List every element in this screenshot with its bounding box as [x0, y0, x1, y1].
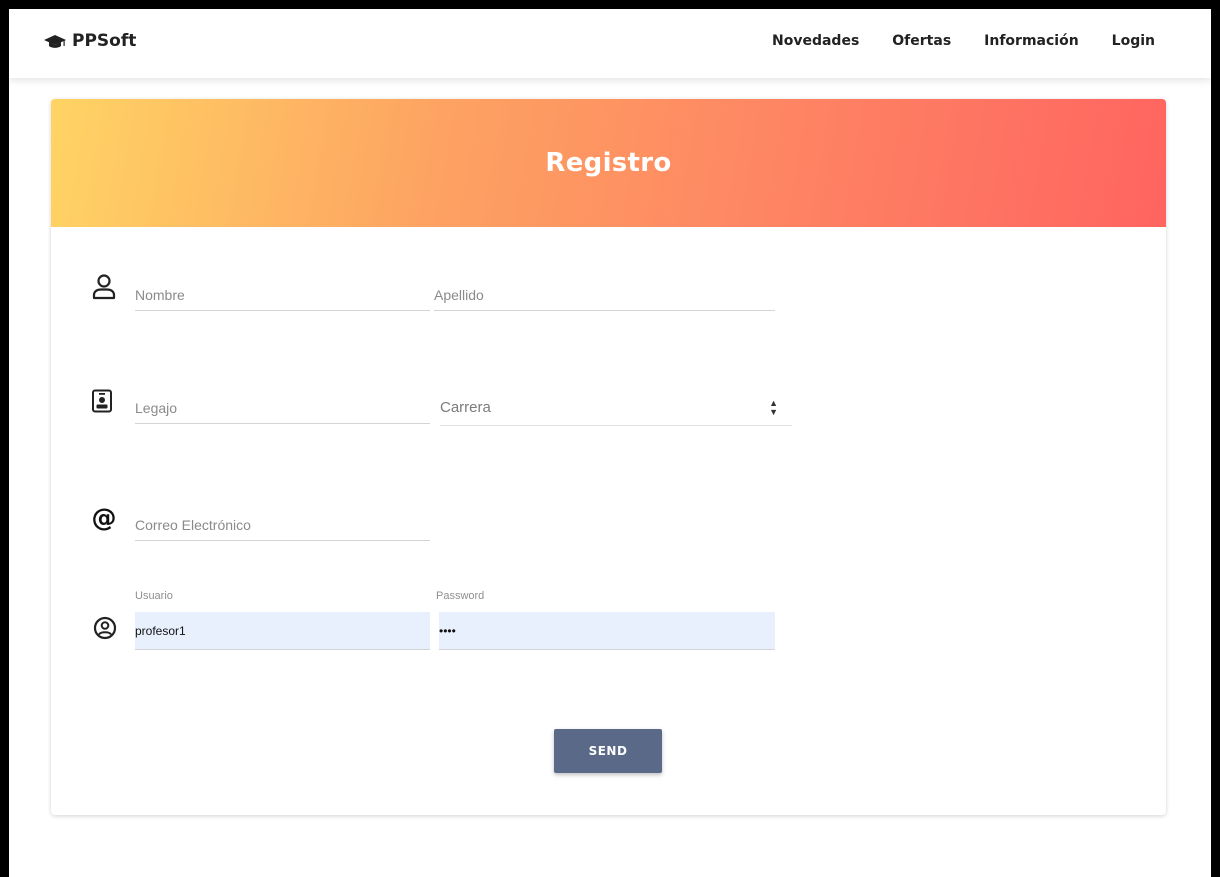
nombre-input[interactable]	[135, 279, 430, 310]
navbar: PPSoft Novedades Ofertas Información Log…	[9, 9, 1211, 78]
legajo-input[interactable]	[135, 392, 430, 423]
correo-field[interactable]	[135, 509, 430, 541]
page-title: Registro	[545, 148, 672, 178]
person-icon	[91, 274, 117, 300]
nav-link-novedades[interactable]: Novedades	[772, 33, 859, 49]
registration-card: Registro Carrera	[51, 99, 1166, 815]
apellido-input[interactable]	[434, 279, 775, 310]
password-label: Password	[436, 590, 485, 602]
usuario-field[interactable]	[135, 612, 430, 650]
brand-name: PPSoft	[72, 31, 137, 51]
nombre-field[interactable]	[135, 279, 430, 311]
page-frame: PPSoft Novedades Ofertas Información Log…	[9, 9, 1211, 877]
graduation-cap-icon	[44, 34, 66, 48]
usuario-label: Usuario	[135, 590, 173, 602]
nav-link-informacion[interactable]: Información	[984, 33, 1079, 49]
password-field[interactable]	[439, 612, 775, 650]
at-sign-icon: @	[91, 502, 117, 532]
select-arrows-icon: ▲ ▼	[769, 397, 778, 417]
nav-link-ofertas[interactable]: Ofertas	[892, 33, 951, 49]
user-circle-icon	[92, 615, 118, 641]
legajo-field[interactable]	[135, 392, 430, 424]
password-input[interactable]	[439, 612, 775, 649]
carrera-selected: Carrera	[440, 399, 491, 416]
nav-links: Novedades Ofertas Información Login	[739, 33, 1155, 49]
apellido-field[interactable]	[434, 279, 775, 311]
correo-input[interactable]	[135, 509, 430, 540]
brand[interactable]: PPSoft	[44, 31, 136, 51]
id-badge-icon	[89, 388, 115, 414]
card-header: Registro	[51, 99, 1166, 227]
carrera-select[interactable]: Carrera ▲ ▼	[440, 390, 792, 426]
nav-link-login[interactable]: Login	[1112, 33, 1155, 49]
usuario-input[interactable]	[135, 612, 430, 649]
send-button[interactable]: SEND	[554, 729, 662, 773]
